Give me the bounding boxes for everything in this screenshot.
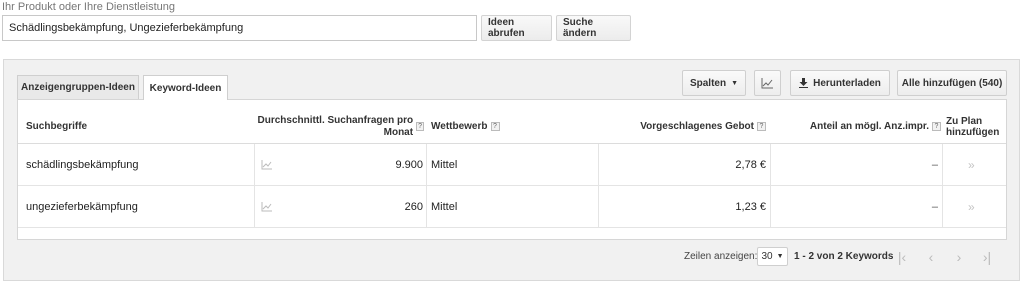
rows-per-page-label: Zeilen anzeigen: <box>684 251 758 262</box>
help-icon[interactable]: ? <box>757 122 766 131</box>
add-to-plan-icon[interactable]: » <box>968 186 975 227</box>
table-row: ungezieferbekämpfung 260 Mittel 1,23 € –… <box>18 186 1006 228</box>
chart-toggle-button[interactable] <box>754 70 781 96</box>
first-page-icon[interactable]: |‹ <box>892 248 912 266</box>
bid-cell: 1,23 € <box>735 200 766 213</box>
col-bid-label: Vorgeschlagenes Gebot <box>640 121 754 132</box>
last-page-icon[interactable]: ›| <box>977 248 997 266</box>
pagination-range: 1 - 2 von 2 Keywords <box>794 251 894 262</box>
col-bid-header[interactable]: Vorgeschlagenes Gebot ? <box>603 110 766 143</box>
trend-chart-icon[interactable] <box>261 186 273 227</box>
col-avg-searches-label: Durchschnittl. Suchanfragen pro Monat <box>257 114 414 138</box>
col-share-header[interactable]: Anteil an mögl. Anz.impr. ? <box>773 110 941 143</box>
table-header: Suchbegriffe Durchschnittl. Suchanfragen… <box>18 110 1006 144</box>
next-page-icon[interactable]: › <box>949 248 969 266</box>
keyword-cell: ungezieferbekämpfung <box>26 200 138 213</box>
help-icon[interactable]: ? <box>490 122 500 131</box>
get-ideas-button[interactable]: Ideen abrufen <box>481 15 552 41</box>
download-button[interactable]: Herunterladen <box>790 70 890 96</box>
col-competition-label: Wettbewerb <box>431 121 488 132</box>
modify-search-button[interactable]: Suche ändern <box>556 15 631 41</box>
col-share-label: Anteil an mögl. Anz.impr. <box>809 121 929 132</box>
competition-cell: Mittel <box>431 158 458 171</box>
competition-cell: Mittel <box>431 200 458 213</box>
bid-cell: 2,78 € <box>735 158 766 171</box>
col-keyword-label: Suchbegriffe <box>26 121 88 132</box>
download-label: Herunterladen <box>813 77 881 89</box>
chevron-down-icon: ▼ <box>776 253 784 260</box>
help-icon[interactable]: ? <box>416 122 424 131</box>
avg-searches-cell: 260 <box>404 200 423 213</box>
columns-label: Spalten <box>689 77 727 89</box>
product-service-label: Ihr Produkt oder Ihre Dienstleistung <box>2 1 176 13</box>
share-cell: – <box>931 158 938 171</box>
add-all-button[interactable]: Alle hinzufügen (540) <box>897 70 1007 96</box>
rows-per-page-select[interactable]: 30 ▼ <box>757 247 788 266</box>
download-icon <box>799 78 809 88</box>
share-cell: – <box>931 200 938 213</box>
tab-keyword-ideas[interactable]: Keyword-Ideen <box>143 75 228 100</box>
avg-searches-cell: 9.900 <box>395 158 423 171</box>
rows-per-page-value: 30 <box>761 251 773 262</box>
col-add-plan-label: Zu Plan hinzufügen <box>946 115 1000 138</box>
add-to-plan-icon[interactable]: » <box>968 144 975 185</box>
keyword-table: Suchbegriffe Durchschnittl. Suchanfragen… <box>17 99 1007 240</box>
table-row: schädlingsbekämpfung 9.900 Mittel 2,78 €… <box>18 144 1006 186</box>
prev-page-icon[interactable]: ‹ <box>921 248 941 266</box>
table-footer: Zeilen anzeigen: 30 ▼ 1 - 2 von 2 Keywor… <box>18 241 1006 273</box>
keyword-cell: schädlingsbekämpfung <box>26 158 139 171</box>
help-icon[interactable]: ? <box>932 122 941 131</box>
col-keyword-header[interactable]: Suchbegriffe <box>26 110 246 143</box>
col-add-plan-header: Zu Plan hinzufügen <box>946 110 1001 143</box>
columns-button[interactable]: Spalten ▼ <box>682 70 746 96</box>
trend-chart-icon[interactable] <box>261 144 273 185</box>
tab-ad-group-ideas[interactable]: Anzeigengruppen-Ideen <box>17 75 139 99</box>
chevron-down-icon: ▼ <box>731 79 739 87</box>
col-avg-searches-header[interactable]: Durchschnittl. Suchanfragen pro Monat ? <box>254 110 424 143</box>
col-competition-header[interactable]: Wettbewerb ? <box>431 110 591 143</box>
product-search-input[interactable] <box>2 15 477 41</box>
chart-icon <box>761 77 773 88</box>
